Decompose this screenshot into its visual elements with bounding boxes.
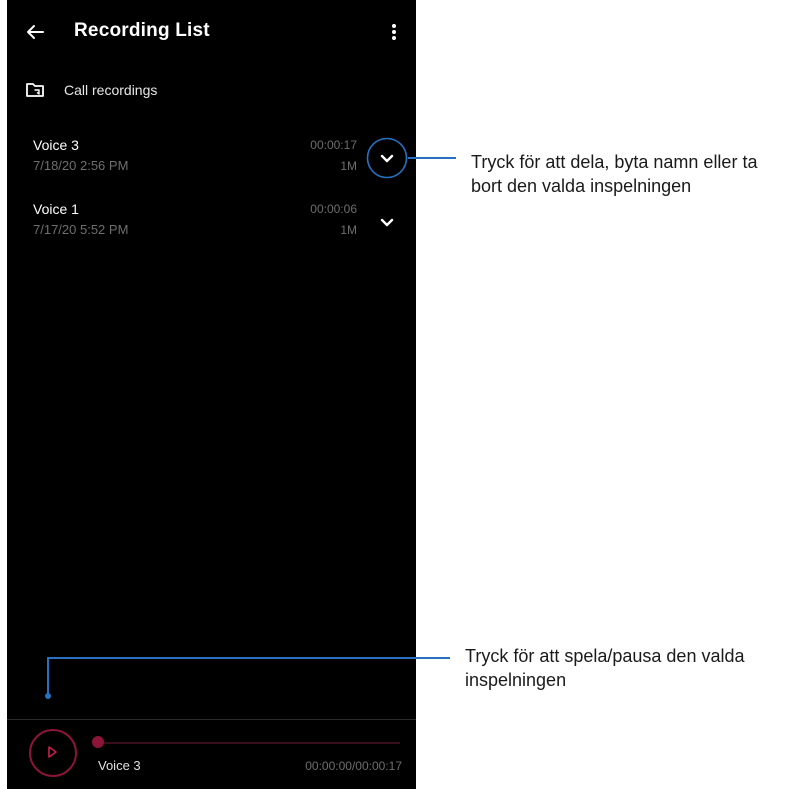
more-options-button[interactable] [387,18,401,46]
seek-bar[interactable] [100,742,400,744]
player-track-name: Voice 3 [98,758,141,773]
play-pause-button[interactable] [29,729,77,777]
recording-name: Voice 1 [33,201,79,217]
page-title: Recording List [74,20,210,41]
recording-date: 7/18/20 2:56 PM [33,158,129,173]
recording-row[interactable]: Voice 3 7/18/20 2:56 PM 00:00:17 1M [7,137,416,189]
recording-duration: 00:00:17 [310,138,357,152]
folder-icon [26,83,44,97]
recording-size: 1M [340,223,357,237]
player-time: 00:00:00/00:00:17 [305,759,402,773]
app-bar: Recording List [7,0,416,64]
call-recordings-folder[interactable]: Call recordings [7,76,416,106]
back-arrow-icon [27,25,44,39]
chevron-down-icon [366,137,408,179]
play-icon [48,746,57,758]
expand-options-button[interactable] [366,137,408,179]
expand-options-button[interactable] [366,201,408,243]
recording-size: 1M [340,159,357,173]
callout-line-play-horizontal [47,657,450,659]
callout-line-expand [408,157,456,159]
folder-label: Call recordings [64,82,158,98]
callout-line-play-vertical [47,657,49,696]
recording-duration: 00:00:06 [310,202,357,216]
seek-thumb[interactable] [92,736,104,748]
callout-expand-text: Tryck för att dela, byta namn eller ta b… [471,152,758,196]
callout-play-text: Tryck för att spela/pausa den valda insp… [465,646,745,690]
recording-date: 7/17/20 5:52 PM [33,222,129,237]
recording-name: Voice 3 [33,137,79,153]
more-vert-icon [392,24,396,40]
recording-row[interactable]: Voice 1 7/17/20 5:52 PM 00:00:06 1M [7,201,416,253]
phone-screen: Recording List Call recordings Voice 3 7… [7,0,416,789]
mini-player: Voice 3 00:00:00/00:00:17 [7,720,416,789]
back-button[interactable] [21,18,49,46]
chevron-down-icon [380,218,394,227]
